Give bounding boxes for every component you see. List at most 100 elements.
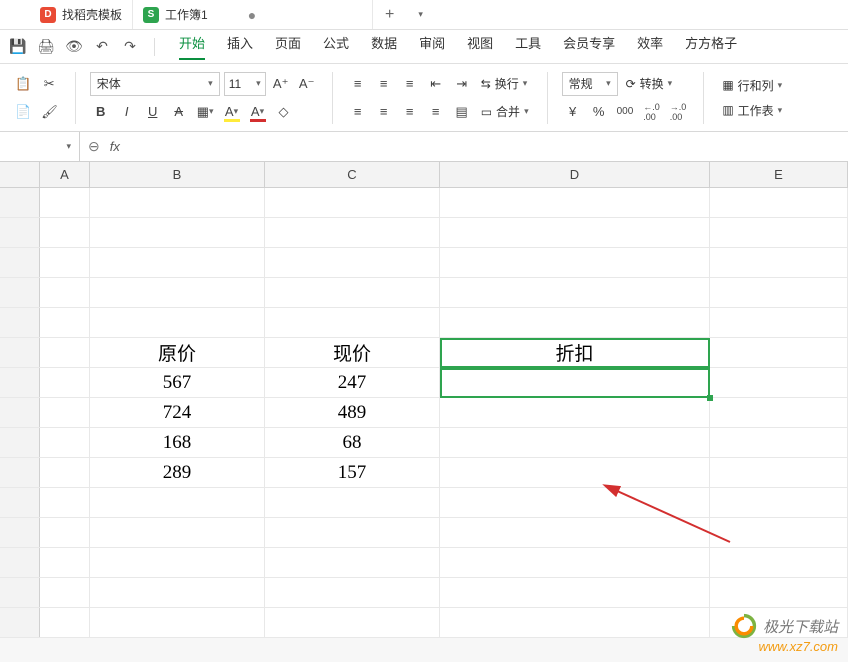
menu-efficiency[interactable]: 效率	[637, 33, 663, 60]
cell-A5[interactable]	[40, 308, 90, 337]
tab-list-button[interactable]: ▾	[406, 9, 435, 20]
distribute-icon[interactable]: ▤	[451, 100, 473, 124]
thousands-button[interactable]: 000	[614, 100, 637, 124]
cell-C11[interactable]	[265, 488, 440, 517]
cell-B7[interactable]: 567	[90, 368, 265, 397]
cell-B13[interactable]	[90, 548, 265, 577]
col-header-C[interactable]: C	[265, 162, 440, 187]
cell-D4[interactable]	[440, 278, 710, 307]
cut-icon[interactable]: ✂	[38, 72, 60, 96]
col-header-D[interactable]: D	[440, 162, 710, 187]
indent-decrease-icon[interactable]: ⇤	[425, 72, 447, 96]
cell-B6[interactable]: 原价	[90, 338, 265, 367]
menu-page[interactable]: 页面	[275, 33, 301, 60]
cell-E14[interactable]	[710, 578, 848, 607]
cell-E9[interactable]	[710, 428, 848, 457]
cell-E4[interactable]	[710, 278, 848, 307]
cell-A6[interactable]	[40, 338, 90, 367]
select-all-corner[interactable]	[0, 162, 40, 187]
cell-B3[interactable]	[90, 248, 265, 277]
underline-button[interactable]: U	[142, 100, 164, 124]
save-icon[interactable]: 💾	[8, 37, 28, 57]
cell-C4[interactable]	[265, 278, 440, 307]
cell-B4[interactable]	[90, 278, 265, 307]
formula-input[interactable]	[128, 132, 848, 161]
cell-C7[interactable]: 247	[265, 368, 440, 397]
row-header[interactable]	[0, 428, 40, 457]
cell-C13[interactable]	[265, 548, 440, 577]
cell-C3[interactable]	[265, 248, 440, 277]
cell-D8[interactable]	[440, 398, 710, 427]
cell-B15[interactable]	[90, 608, 265, 637]
border-button[interactable]: ▦▾	[194, 100, 217, 124]
cell-A14[interactable]	[40, 578, 90, 607]
indent-increase-icon[interactable]: ⇥	[451, 72, 473, 96]
row-header[interactable]	[0, 488, 40, 517]
cell-A10[interactable]	[40, 458, 90, 487]
cell-C15[interactable]	[265, 608, 440, 637]
cell-E5[interactable]	[710, 308, 848, 337]
menu-square[interactable]: 方方格子	[685, 33, 737, 60]
cell-D2[interactable]	[440, 218, 710, 247]
cell-E1[interactable]	[710, 188, 848, 217]
cell-D11[interactable]	[440, 488, 710, 517]
cell-B8[interactable]: 724	[90, 398, 265, 427]
cell-E11[interactable]	[710, 488, 848, 517]
fill-handle[interactable]	[707, 395, 713, 401]
align-left-icon[interactable]: ≡	[347, 100, 369, 124]
row-header[interactable]	[0, 278, 40, 307]
row-header[interactable]	[0, 218, 40, 247]
menu-data[interactable]: 数据	[371, 33, 397, 60]
paste-icon[interactable]: 📋	[12, 72, 34, 96]
cell-D6[interactable]: 折扣	[440, 338, 710, 367]
font-increase-button[interactable]: A⁺	[270, 72, 292, 96]
cell-C5[interactable]	[265, 308, 440, 337]
cell-E13[interactable]	[710, 548, 848, 577]
name-box[interactable]: ▾	[0, 132, 80, 161]
align-right-icon[interactable]: ≡	[399, 100, 421, 124]
menu-member[interactable]: 会员专享	[563, 33, 615, 60]
print-icon[interactable]: 🖨	[36, 37, 56, 57]
menu-view[interactable]: 视图	[467, 33, 493, 60]
fill-color-button[interactable]: A▾	[221, 100, 243, 124]
align-bottom-icon[interactable]: ≡	[399, 72, 421, 96]
cell-A15[interactable]	[40, 608, 90, 637]
row-header[interactable]	[0, 368, 40, 397]
row-header[interactable]	[0, 308, 40, 337]
col-header-E[interactable]: E	[710, 162, 848, 187]
cell-A9[interactable]	[40, 428, 90, 457]
cell-A8[interactable]	[40, 398, 90, 427]
cell-D9[interactable]	[440, 428, 710, 457]
cancel-icon[interactable]: ⊖	[88, 138, 100, 155]
row-header[interactable]	[0, 458, 40, 487]
tab-template[interactable]: D 找稻壳模板	[0, 0, 133, 29]
font-color-button[interactable]: A▾	[247, 100, 269, 124]
cell-C14[interactable]	[265, 578, 440, 607]
copy-icon[interactable]: 📄	[12, 100, 34, 124]
percent-button[interactable]: %	[588, 100, 610, 124]
cell-D1[interactable]	[440, 188, 710, 217]
cell-A3[interactable]	[40, 248, 90, 277]
cell-B1[interactable]	[90, 188, 265, 217]
justify-icon[interactable]: ≡	[425, 100, 447, 124]
tab-add-button[interactable]: +	[373, 6, 406, 24]
worksheet-button[interactable]: ▥工作表▾	[718, 100, 786, 121]
menu-tools[interactable]: 工具	[515, 33, 541, 60]
cell-B5[interactable]	[90, 308, 265, 337]
cell-B2[interactable]	[90, 218, 265, 247]
decimal-increase-button[interactable]: ←.0.00	[640, 100, 663, 124]
cell-B14[interactable]	[90, 578, 265, 607]
cell-D3[interactable]	[440, 248, 710, 277]
cell-D7[interactable]	[440, 368, 710, 397]
wrap-text-button[interactable]: ⇆换行▾	[477, 73, 532, 94]
col-header-B[interactable]: B	[90, 162, 265, 187]
redo-icon[interactable]: ↷	[120, 37, 140, 57]
undo-icon[interactable]: ↶	[92, 37, 112, 57]
cell-E6[interactable]	[710, 338, 848, 367]
align-middle-icon[interactable]: ≡	[373, 72, 395, 96]
menu-review[interactable]: 审阅	[419, 33, 445, 60]
format-painter-icon[interactable]: 🖌	[38, 100, 61, 124]
cell-D13[interactable]	[440, 548, 710, 577]
cell-C2[interactable]	[265, 218, 440, 247]
col-header-A[interactable]: A	[40, 162, 90, 187]
